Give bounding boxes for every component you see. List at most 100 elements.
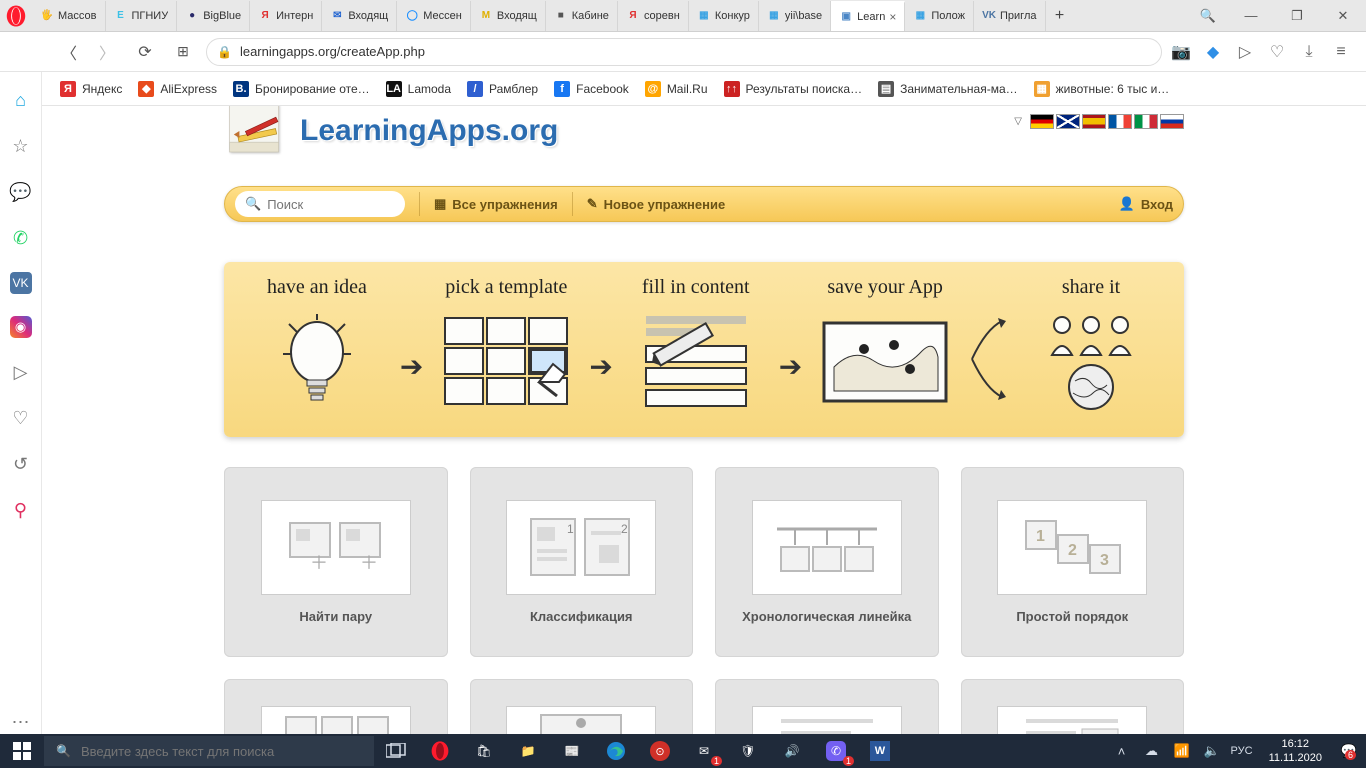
maximize-button[interactable]: ❐ [1274, 0, 1320, 32]
template-pair[interactable]: ＋＋ Найти пару [224, 467, 448, 657]
site-logo[interactable]: LearningApps.org [224, 106, 558, 166]
template-card[interactable] [224, 679, 448, 734]
browser-tab[interactable]: VKПригла [974, 1, 1045, 31]
taskbar-opera[interactable] [418, 734, 462, 768]
browser-tab[interactable]: ✉Входящ [322, 1, 397, 31]
tray-lang[interactable]: РУС [1231, 740, 1253, 762]
tray-clock[interactable]: 16:12 11.11.2020 [1261, 737, 1330, 765]
template-card[interactable] [470, 679, 694, 734]
taskbar-store[interactable]: 🛍 [462, 734, 506, 768]
task-view-button[interactable] [374, 734, 418, 768]
sidebar-instagram-icon[interactable]: ◉ [10, 316, 32, 338]
taskbar-explorer[interactable]: 📁 [506, 734, 550, 768]
nav-new-exercise[interactable]: ✎ Новое упражнение [587, 196, 725, 212]
url-text: learningapps.org/createApp.php [240, 44, 425, 59]
taskbar-search-input[interactable] [81, 744, 362, 759]
sidebar-player-icon[interactable]: ▷ [9, 360, 33, 384]
url-box[interactable]: 🔒 learningapps.org/createApp.php [206, 38, 1162, 66]
browser-tab[interactable]: 🖐Массов [32, 1, 106, 31]
lang-dropdown-icon[interactable]: ▽ [1014, 116, 1022, 127]
minimize-button[interactable]: — [1228, 0, 1274, 32]
taskbar-word[interactable]: W [858, 734, 902, 768]
forward-button[interactable]: 〉 [92, 37, 122, 67]
bookmark-item[interactable]: ЯЯндекс [60, 81, 122, 97]
template-card[interactable] [715, 679, 939, 734]
download-icon[interactable]: ⤓ [1298, 41, 1320, 63]
adblock-icon[interactable]: ◆ [1202, 41, 1224, 63]
user-icon: 👤 [1119, 196, 1135, 212]
browser-tab[interactable]: ЕПГНИУ [106, 1, 178, 31]
tray-cloud-icon[interactable]: ☁ [1141, 740, 1163, 762]
sidebar-messenger-icon[interactable]: 💬 [9, 180, 33, 204]
snapshot-icon[interactable]: 📷 [1170, 41, 1192, 63]
bookmark-item[interactable]: /Рамблер [467, 81, 538, 97]
browser-tab[interactable]: ■Кабине [546, 1, 618, 31]
start-button[interactable] [0, 734, 44, 768]
browser-tab[interactable]: Ясоревн [618, 1, 689, 31]
opera-logo[interactable] [0, 0, 32, 32]
flag-fr[interactable] [1108, 114, 1132, 129]
template-classification[interactable]: 12 Классификация [470, 467, 694, 657]
nav-all-exercises[interactable]: ▦ Все упражнения [434, 196, 558, 212]
bookmark-item[interactable]: LALamoda [386, 81, 451, 97]
sidebar-history-icon[interactable]: ↺ [9, 452, 33, 476]
bookmark-item[interactable]: ▦животные: 6 тыс и… [1034, 81, 1170, 97]
template-card[interactable] [961, 679, 1185, 734]
easy-setup-icon[interactable]: ≡ [1330, 41, 1352, 63]
tab-search-icon[interactable]: 🔍 [1188, 0, 1228, 32]
nav-login[interactable]: 👤 Вход [1119, 196, 1173, 212]
taskbar-mail[interactable]: ✉1 [682, 734, 726, 768]
tray-notifications[interactable]: 💬6 [1338, 740, 1360, 762]
template-timeline[interactable]: Хронологическая линейка [715, 467, 939, 657]
browser-tab[interactable]: MВходящ [471, 1, 546, 31]
flag-en[interactable] [1056, 114, 1080, 129]
browser-tab[interactable]: ●BigBlue [177, 1, 250, 31]
tray-expand-icon[interactable]: ˄ [1111, 740, 1133, 762]
tray-wifi-icon[interactable]: 📶 [1171, 740, 1193, 762]
taskbar-news[interactable]: 📰 [550, 734, 594, 768]
speed-dial-button[interactable]: ⊞ [168, 37, 198, 67]
tray-volume-icon[interactable]: 🔈 [1201, 740, 1223, 762]
taskbar-sound-app[interactable]: 🔊 [770, 734, 814, 768]
bookmark-item[interactable]: @Mail.Ru [645, 81, 708, 97]
bookmark-item[interactable]: fFacebook [554, 81, 629, 97]
sidebar-whatsapp-icon[interactable]: ✆ [9, 226, 33, 250]
sidebar-vk-icon[interactable]: VK [10, 272, 32, 294]
sidebar-home-icon[interactable]: ⌂ [9, 88, 33, 112]
new-tab-button[interactable]: + [1046, 7, 1074, 25]
search-box[interactable]: 🔍 [235, 191, 405, 217]
taskbar-edge[interactable] [594, 734, 638, 768]
heart-icon[interactable]: ♡ [1266, 41, 1288, 63]
sidebar-pin-icon[interactable]: ⚲ [9, 498, 33, 522]
bookmark-item[interactable]: ▤Занимательная-ма… [878, 81, 1018, 97]
search-input[interactable] [267, 197, 395, 212]
taskbar-security[interactable]: 🛡 [726, 734, 770, 768]
browser-tab[interactable]: ЯИнтерн [250, 1, 322, 31]
send-icon[interactable]: ▷ [1234, 41, 1256, 63]
sidebar-heart-icon[interactable]: ♡ [9, 406, 33, 430]
browser-tab[interactable]: ▦yii\base [759, 1, 831, 31]
taskbar-app-red[interactable]: ⊙ [638, 734, 682, 768]
flag-ru[interactable] [1160, 114, 1184, 129]
bookmark-item[interactable]: ↑↑Результаты поиска… [724, 81, 863, 97]
sidebar-bookmark-icon[interactable]: ☆ [9, 134, 33, 158]
close-tab-icon[interactable]: × [889, 10, 896, 24]
bookmark-item[interactable]: ◆AliExpress [138, 81, 217, 97]
bookmark-favicon: @ [645, 81, 661, 97]
template-order[interactable]: 123 Простой порядок [961, 467, 1185, 657]
browser-tab[interactable]: ◯Мессен [397, 1, 471, 31]
tab-favicon: ■ [554, 9, 568, 23]
close-window-button[interactable]: ✕ [1320, 0, 1366, 32]
browser-tab[interactable]: ▦Конкур [689, 1, 759, 31]
flag-it[interactable] [1134, 114, 1158, 129]
sidebar-more-icon[interactable]: ⋯ [9, 710, 33, 734]
browser-tab[interactable]: ▦Полож [905, 1, 974, 31]
back-button[interactable]: 〈 [54, 37, 84, 67]
flag-de[interactable] [1030, 114, 1054, 129]
taskbar-search[interactable]: 🔍 [44, 736, 374, 766]
flag-es[interactable] [1082, 114, 1106, 129]
reload-button[interactable]: ⟳ [130, 37, 160, 67]
browser-tab[interactable]: ▣Learn× [831, 1, 905, 31]
bookmark-item[interactable]: B.Бронирование оте… [233, 81, 370, 97]
taskbar-viber[interactable]: ✆1 [814, 734, 858, 768]
